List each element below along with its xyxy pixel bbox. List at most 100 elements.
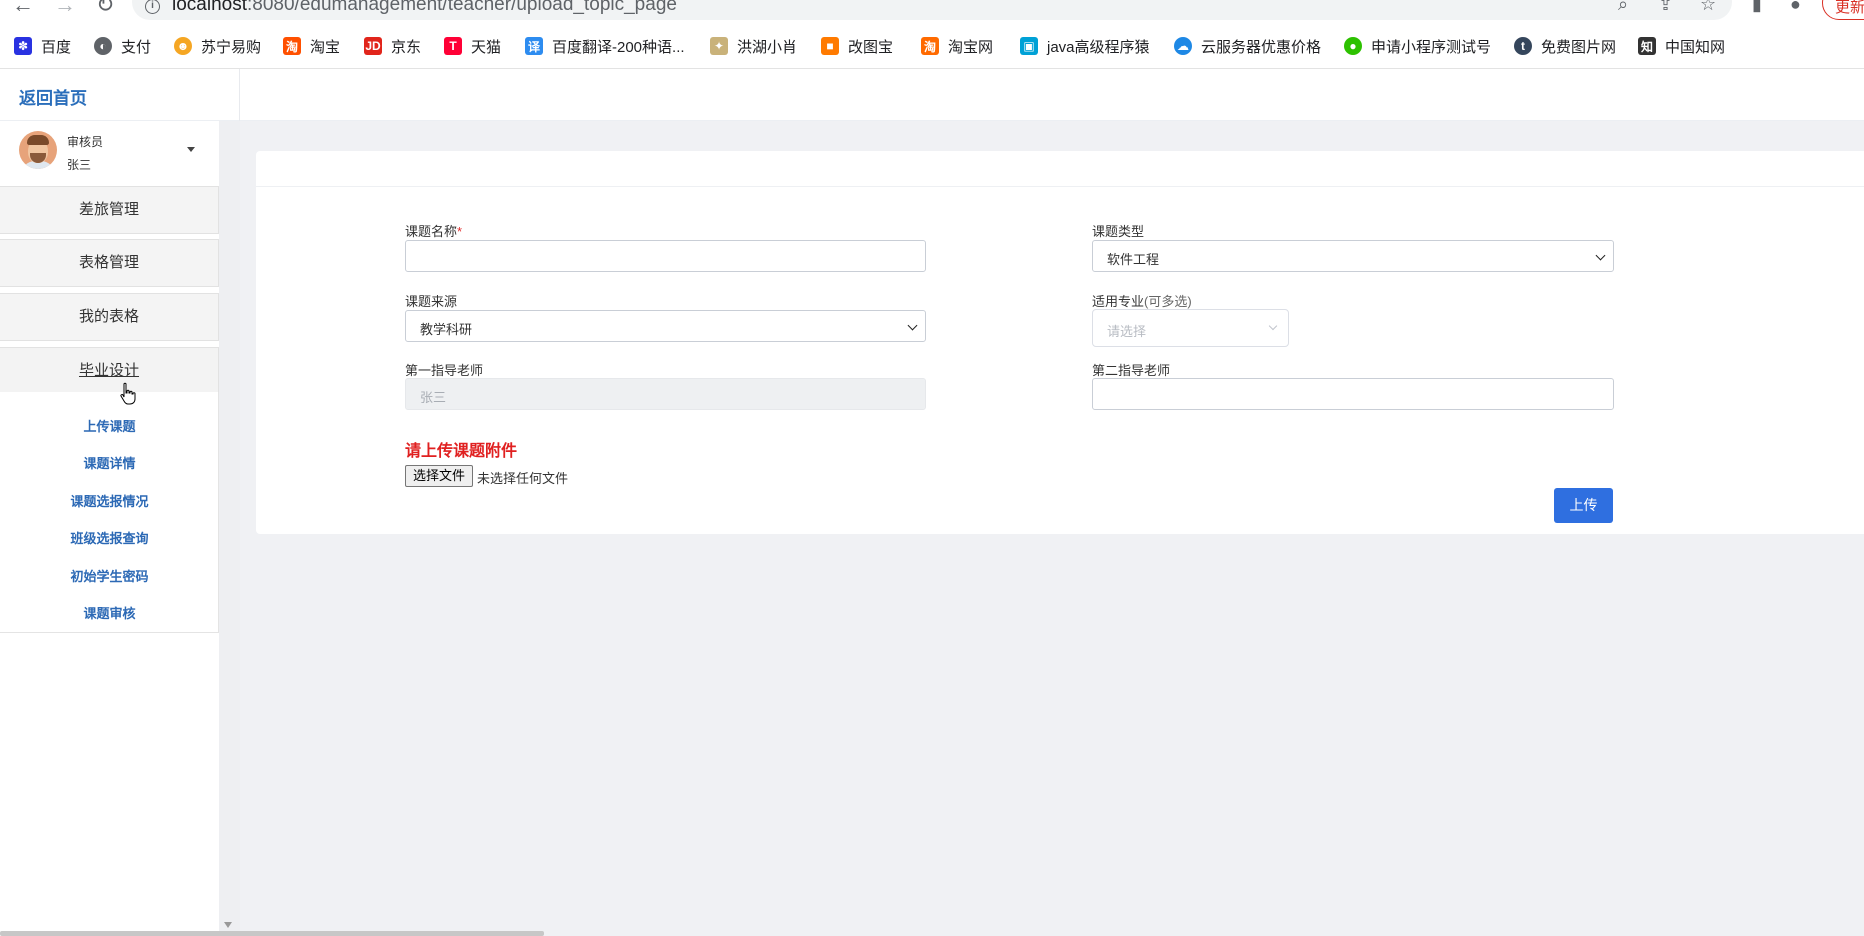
app-topbar: 返回首页 (0, 69, 1864, 121)
bookmark-item[interactable]: 知中国知网 (1638, 34, 1725, 58)
bookmarks-bar: ✽ 百度 ◐ 支付 ☻ 苏宁易购 淘淘宝 JD 京东 T 天猫 译百度翻译-200种语..… (0, 32, 1864, 62)
bookmark-label: 改图宝 (848, 38, 894, 56)
bookmark-item[interactable]: ■ 改图宝 (821, 34, 893, 58)
bookmark-item[interactable]: 淘淘宝网 (921, 34, 993, 58)
reload-icon[interactable]: ↻ (96, 0, 114, 16)
taobao-icon: 淘 (283, 37, 301, 55)
chevron-down-icon (1595, 250, 1606, 261)
file-status-text: 未选择任何文件 (477, 471, 569, 486)
url-text[interactable]: localhost:8080/edumanagement/teacher/upl… (172, 0, 677, 16)
second-advisor-label: 第二指导老师 (1092, 363, 1171, 378)
bookmark-label: 中国知网 (1665, 38, 1726, 56)
update-button[interactable]: 更新 (1822, 0, 1864, 20)
bookmark-item[interactable]: T 天猫 (444, 34, 501, 58)
tumblr-icon: t (1514, 37, 1532, 55)
submenu-topic-details[interactable]: 课题详情 (0, 453, 219, 475)
bookmark-item[interactable]: ✦ 洪湖小肖 (710, 34, 797, 58)
majors-multiselect[interactable]: 请选择 (1092, 309, 1289, 347)
upload-button[interactable]: 上传 (1554, 488, 1613, 523)
suning-icon: ☻ (174, 37, 192, 55)
bookmark-label: 百度 (41, 38, 72, 56)
bookmark-label: 天猫 (471, 38, 502, 56)
topic-type-label: 课题类型 (1092, 224, 1145, 239)
topic-source-select[interactable]: 教学科研 (405, 310, 926, 342)
user-profile[interactable]: 审核员 张三 (0, 121, 219, 184)
bookmark-item[interactable]: ✽ 百度 (14, 34, 71, 58)
translate-icon: 译 (525, 37, 543, 55)
submenu-topic-review[interactable]: 课题审核 (0, 603, 219, 625)
jd-icon: JD (364, 37, 382, 55)
bookmark-label: 云服务器优惠价格 (1201, 38, 1322, 56)
bookmark-label: 免费图片网 (1541, 38, 1617, 56)
upload-topic-card: 课题名称* 课题类型 软件工程 课题来源 教学科研 适用专业(可多选) 请选择 … (256, 151, 1864, 534)
bookmark-item[interactable]: 淘淘宝 (283, 34, 340, 58)
topic-source-label: 课题来源 (405, 294, 458, 309)
menu-item-travel[interactable]: 差旅管理 (0, 186, 219, 234)
submenu-class-selection-query[interactable]: 班级选报查询 (0, 528, 219, 550)
url-host: localhost (172, 0, 247, 15)
first-advisor-input: 张三 (405, 378, 926, 410)
zoom-icon[interactable]: ⌕ (1618, 0, 1628, 15)
submenu-initial-student-password[interactable]: 初始学生密码 (0, 566, 219, 588)
cloud-icon: ☁ (1174, 37, 1192, 55)
bookmark-label: 淘宝网 (948, 38, 994, 56)
card-header (256, 151, 1864, 187)
home-link[interactable]: 返回首页 (19, 84, 87, 109)
bookmark-item[interactable]: ● 申请小程序测试号 (1344, 34, 1491, 58)
bookmark-label: java高级程序猿 (1047, 38, 1150, 56)
bookmark-item[interactable]: ☻ 苏宁易购 (174, 34, 261, 58)
back-arrow-icon[interactable]: ← (12, 0, 34, 16)
first-advisor-label: 第一指导老师 (405, 363, 484, 378)
horizontal-scrollbar[interactable] (0, 931, 544, 936)
side-panel-icon[interactable]: ▮ (1752, 0, 1762, 15)
topic-type-select[interactable]: 软件工程 (1092, 240, 1614, 272)
bookmark-item[interactable]: JD 京东 (364, 34, 421, 58)
bookmark-item[interactable]: 译百度翻译-200种语... (525, 34, 685, 58)
chevron-down-icon (907, 320, 918, 331)
tmall-icon: T (444, 37, 462, 55)
user-name: 张三 (67, 158, 92, 172)
topic-type-value: 软件工程 (1107, 252, 1160, 267)
bookmark-item[interactable]: t 免费图片网 (1514, 34, 1616, 58)
bookmark-item[interactable]: ☁ 云服务器优惠价格 (1174, 34, 1321, 58)
url-path: :8080/edumanagement/teacher/upload_topic… (247, 0, 677, 15)
cnki-icon: 知 (1638, 37, 1656, 55)
profile-icon[interactable]: ● (1790, 0, 1801, 15)
bookmark-label: 京东 (391, 38, 422, 56)
star-icon[interactable]: ☆ (1700, 0, 1716, 15)
majors-hint: (可多选) (1144, 294, 1192, 309)
topic-source-value: 教学科研 (420, 322, 473, 337)
share-icon[interactable]: ⇪ (1658, 0, 1673, 15)
forward-arrow-icon[interactable]: → (54, 0, 76, 16)
user-role: 审核员 (67, 135, 104, 149)
menu-item-forms[interactable]: 表格管理 (0, 239, 219, 287)
bookmark-label: 苏宁易购 (201, 38, 262, 56)
bookmark-item[interactable]: ◐ 支付 (94, 34, 151, 58)
submenu-topic-selection-status[interactable]: 课题选报情况 (0, 491, 219, 513)
baidu-icon: ✽ (14, 37, 32, 55)
topic-name-input[interactable] (405, 240, 926, 272)
submenu-upload-topic[interactable]: 上传课题 (0, 416, 219, 438)
topbar-divider (239, 69, 240, 121)
browser-address-bar: ← → ↻ i localhost:8080/edumanagement/tea… (0, 0, 1864, 21)
topic-name-label: 课题名称* (405, 224, 463, 239)
scroll-down-icon[interactable] (224, 922, 232, 928)
bookmark-label: 支付 (121, 38, 152, 56)
caret-down-icon[interactable] (187, 147, 195, 152)
second-advisor-input[interactable] (1092, 378, 1614, 410)
bookmark-label: 百度翻译-200种语... (552, 38, 685, 56)
bookmark-item[interactable]: ▣ java高级程序猿 (1020, 34, 1150, 58)
bookmark-label: 淘宝 (310, 38, 341, 56)
bilibili-icon: ▣ (1020, 37, 1038, 55)
bookmark-label: 洪湖小肖 (737, 38, 798, 56)
bookmark-label: 申请小程序测试号 (1371, 38, 1492, 56)
menu-item-my-forms[interactable]: 我的表格 (0, 293, 219, 341)
upload-attachment-title: 请上传课题附件 (405, 443, 518, 460)
sidebar: 审核员 张三 差旅管理 表格管理 我的表格 毕业设计 上传课题 课题详情 课题选… (0, 121, 219, 936)
majors-label: 适用专业(可多选) (1092, 294, 1192, 309)
globe-icon: ◐ (94, 37, 112, 55)
bird-icon: ✦ (710, 37, 728, 55)
avatar (19, 131, 57, 169)
choose-file-button[interactable]: 选择文件 (405, 465, 473, 487)
menu-item-graduation-design[interactable]: 毕业设计 (0, 347, 219, 395)
